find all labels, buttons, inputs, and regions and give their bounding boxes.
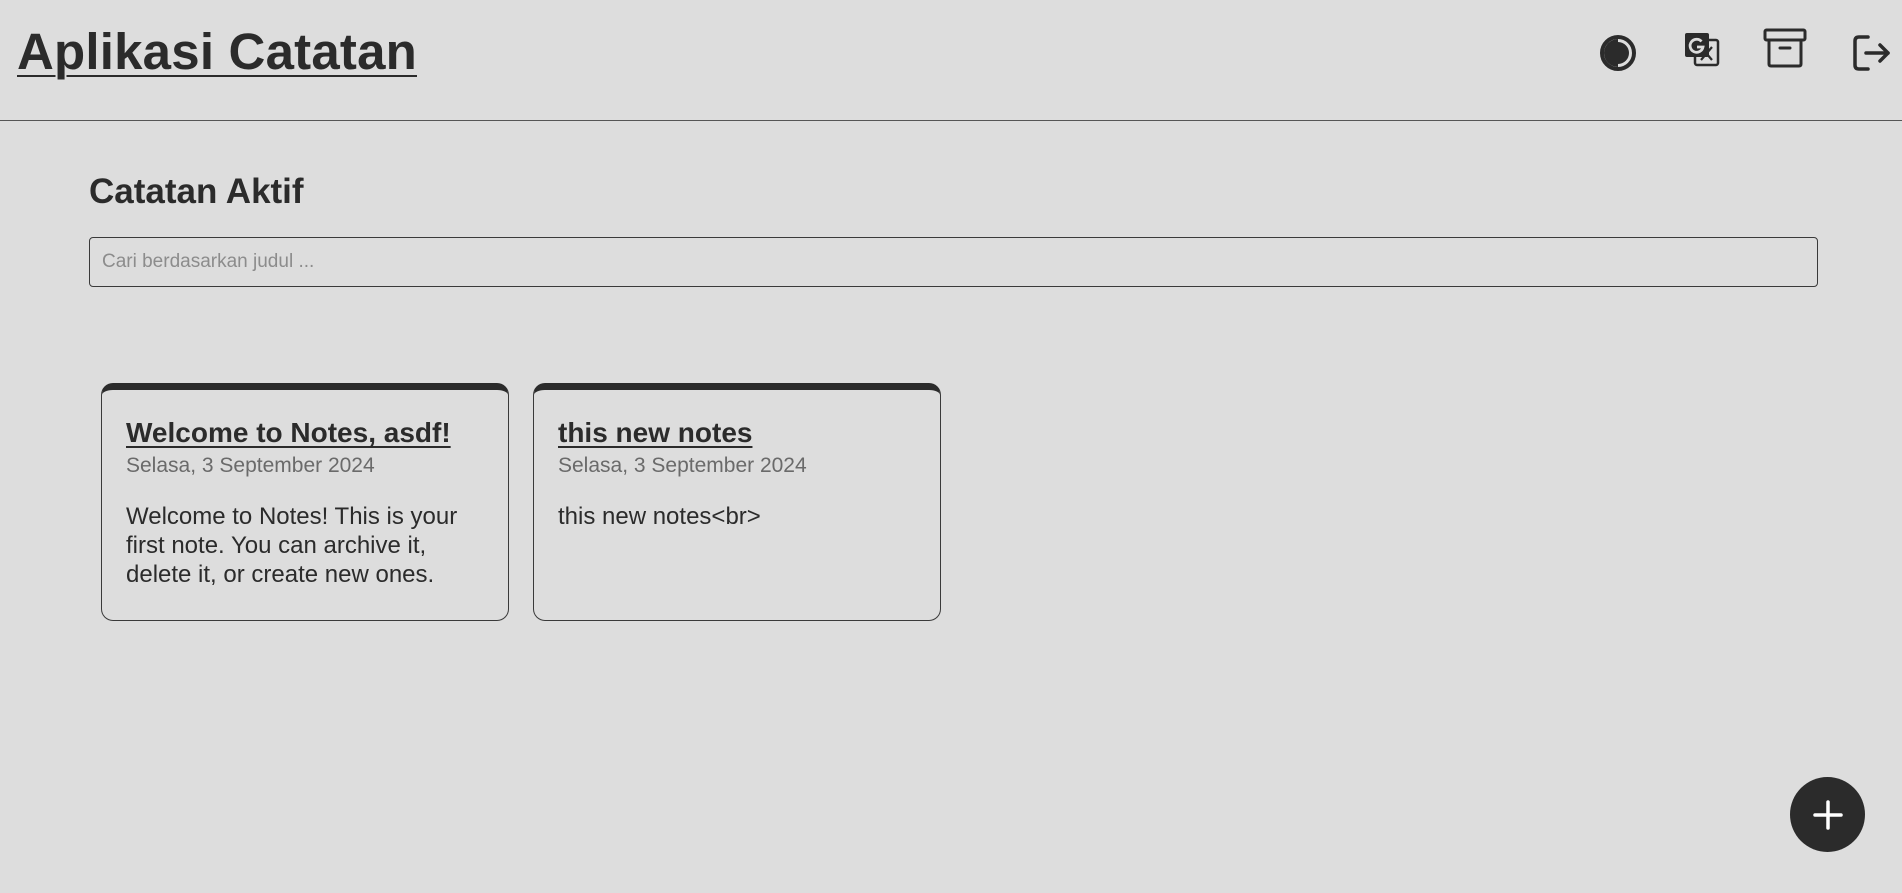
logout-icon [1853, 35, 1890, 71]
note-card: this new notes Selasa, 3 September 2024 … [533, 383, 941, 621]
note-title-link[interactable]: this new notes [558, 416, 916, 450]
search-input[interactable] [89, 237, 1818, 287]
note-date: Selasa, 3 September 2024 [126, 454, 375, 477]
note-body: this new notes<br> [558, 503, 761, 530]
add-note-button[interactable] [1790, 777, 1865, 852]
note-title-link[interactable]: Welcome to Notes, asdf! [126, 416, 484, 450]
note-body: Welcome to Notes! This is your first not… [126, 503, 458, 588]
note-date: Selasa, 3 September 2024 [558, 454, 807, 477]
translate-icon [1685, 33, 1720, 67]
archive-icon [1763, 28, 1807, 68]
archive-button[interactable] [1757, 20, 1813, 76]
notes-list: Welcome to Notes, asdf! Selasa, 3 Septem… [101, 383, 941, 621]
logout-button[interactable] [1844, 25, 1900, 81]
note-card: Welcome to Notes, asdf! Selasa, 3 Septem… [101, 383, 509, 621]
language-toggle-button[interactable] [1674, 22, 1730, 78]
top-navigation-bar: Aplikasi Catatan [0, 0, 1902, 121]
app-title-link[interactable]: Aplikasi Catatan [17, 22, 417, 82]
theme-toggle-button[interactable] [1590, 25, 1646, 81]
page-title: Catatan Aktif [89, 172, 304, 211]
plus-icon [1812, 799, 1843, 830]
theme-toggle-icon [1600, 35, 1636, 71]
